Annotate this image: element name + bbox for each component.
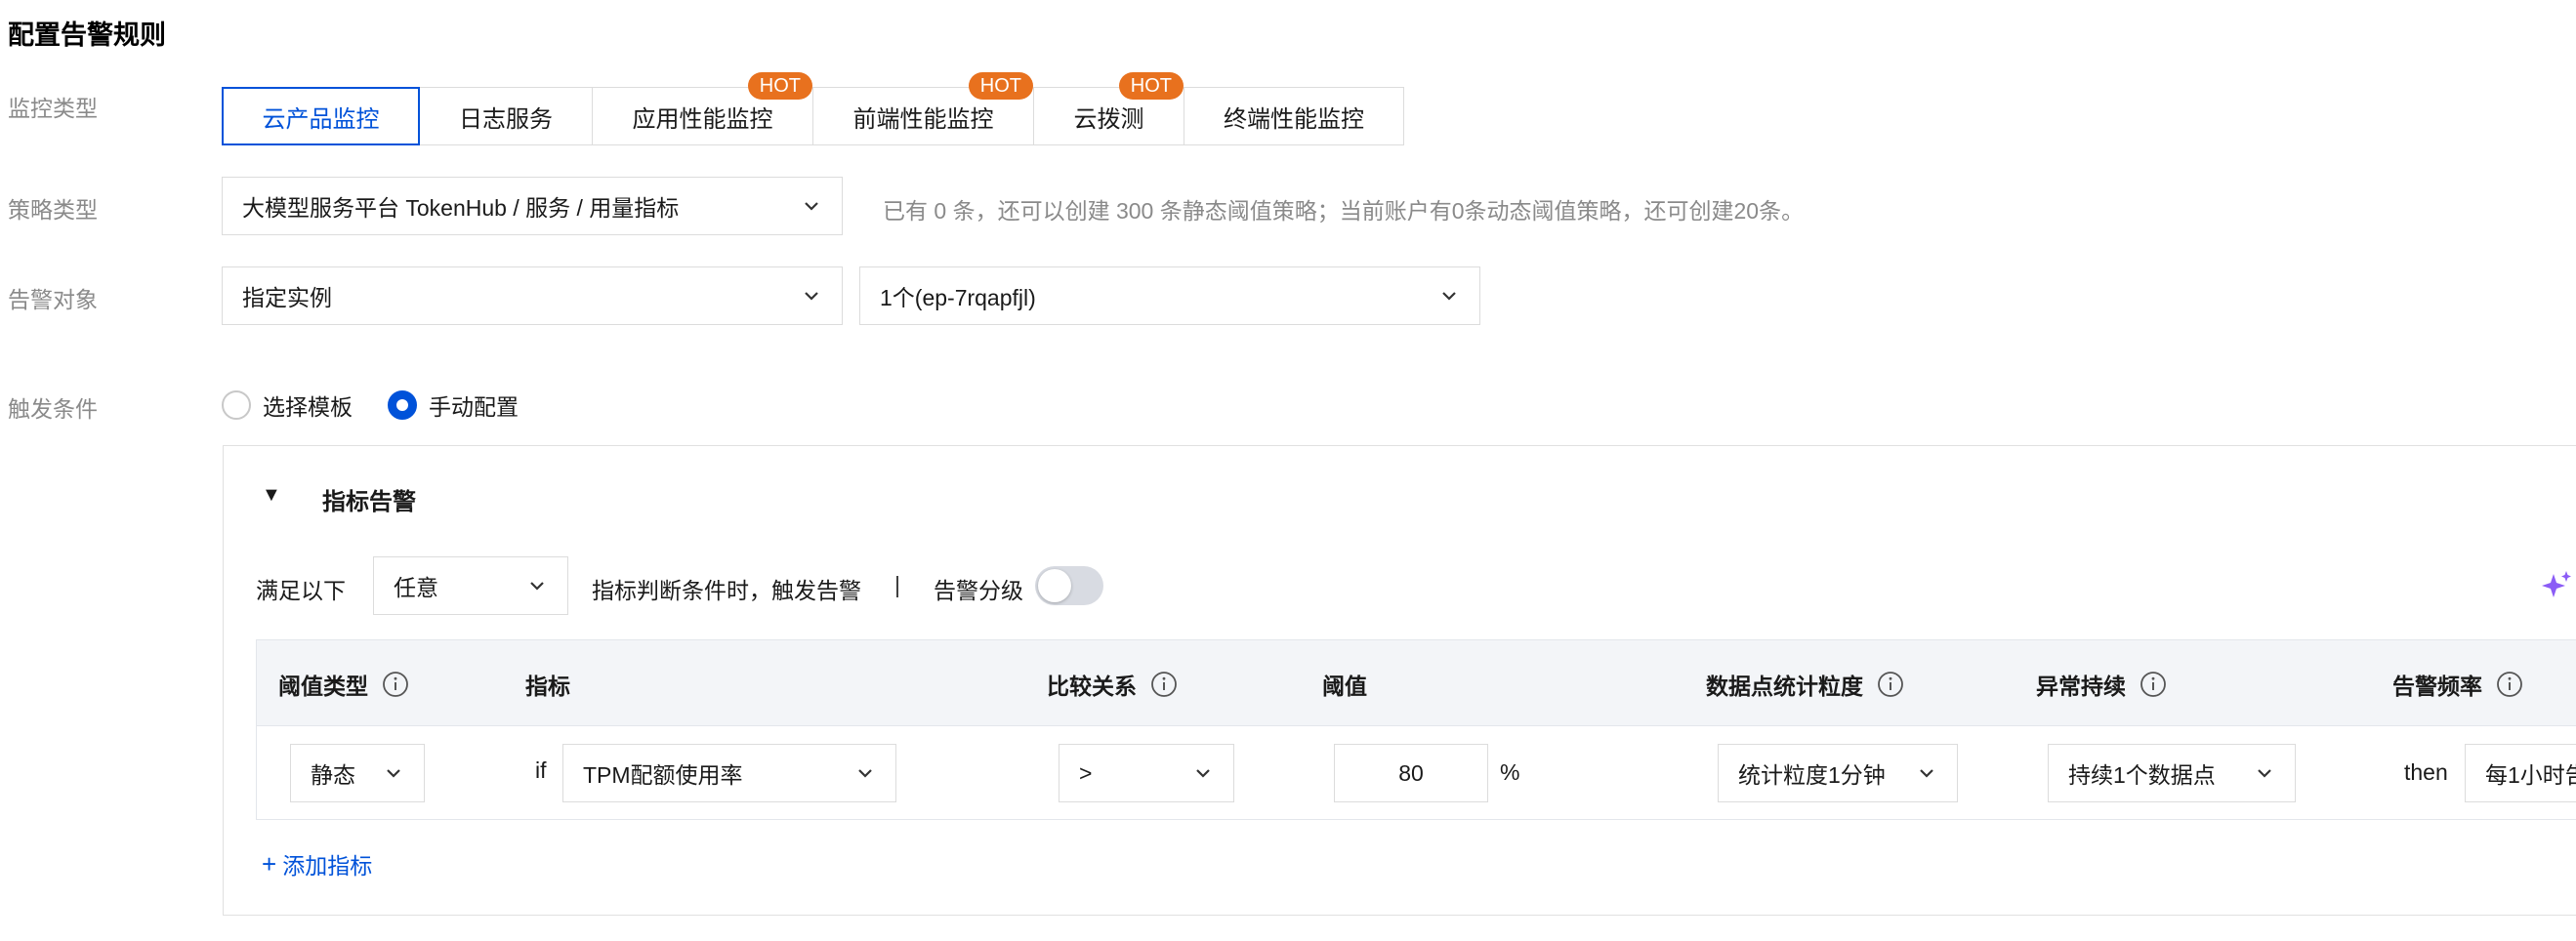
threshold-unit: % xyxy=(1500,759,1520,785)
hot-badge: HOT xyxy=(747,72,812,100)
frequency-select[interactable]: 每1小时告警一次 xyxy=(2465,744,2576,802)
operator-value: > xyxy=(1079,759,1093,786)
policy-quota-hint: 已有 0 条，还可以创建 300 条静态阈值策略；当前账户有0条动态阈值策略，还… xyxy=(883,198,1805,224)
info-icon[interactable] xyxy=(1877,671,1904,698)
tab-label: 云产品监控 xyxy=(262,105,380,133)
tab-label: 前端性能监控 xyxy=(852,105,994,133)
ai-sparkle-icon[interactable] xyxy=(2539,568,2574,603)
column-granularity: 数据点统计粒度 xyxy=(1706,668,1904,701)
radio-label: 选择模板 xyxy=(263,394,353,420)
column-threshold: 阈值 xyxy=(1322,668,1367,701)
match-mode-value: 任意 xyxy=(394,575,438,600)
toggle-knob xyxy=(1038,569,1071,602)
radio-manual-config[interactable]: 手动配置 xyxy=(388,389,519,422)
chevron-down-icon xyxy=(383,762,404,784)
tab-terminal-monitor[interactable]: 终端性能监控 xyxy=(1184,87,1404,145)
policy-type-select[interactable]: 大模型服务平台 TokenHub / 服务 / 用量指标 xyxy=(222,177,843,235)
info-icon[interactable] xyxy=(2496,671,2523,698)
match-mode-select[interactable]: 任意 xyxy=(373,556,568,615)
tab-cloud-probe[interactable]: 云拨测 HOT xyxy=(1033,72,1184,145)
radio-select-template[interactable]: 选择模板 xyxy=(222,389,353,422)
tab-apm[interactable]: 应用性能监控 HOT xyxy=(592,72,813,145)
then-label: then xyxy=(2404,759,2448,785)
instance-value: 1个(ep-7rqapfjl) xyxy=(880,285,1036,310)
column-comparison: 比较关系 xyxy=(1047,668,1178,701)
info-icon[interactable] xyxy=(1150,671,1178,698)
column-header-label: 比较关系 xyxy=(1047,674,1137,699)
column-header-label: 阈值类型 xyxy=(278,674,368,699)
hot-badge: HOT xyxy=(968,72,1033,100)
satisfy-suffix: 指标判断条件时，触发告警 xyxy=(592,578,861,603)
trigger-mode-radio-group: 选择模板 手动配置 xyxy=(222,389,554,422)
column-header-label: 阈值 xyxy=(1322,674,1367,699)
metric-alarm-title: 指标告警 xyxy=(322,489,416,515)
alarm-object-scope-value: 指定实例 xyxy=(242,285,332,310)
add-metric-label: 添加指标 xyxy=(282,853,373,879)
chevron-down-icon xyxy=(801,285,822,307)
radio-unchecked-icon xyxy=(222,390,251,420)
collapse-caret-icon[interactable]: ▼ xyxy=(262,484,281,507)
chevron-down-icon xyxy=(854,762,876,784)
label-policy-type: 策略类型 xyxy=(8,197,98,223)
column-frequency: 告警频率 xyxy=(2392,668,2523,701)
duration-value: 持续1个数据点 xyxy=(2068,762,2216,788)
alarm-grading-toggle[interactable] xyxy=(1035,566,1103,605)
granularity-select[interactable]: 统计粒度1分钟 xyxy=(1718,744,1958,802)
chevron-down-icon xyxy=(526,575,548,596)
operator-select[interactable]: > xyxy=(1059,744,1234,802)
column-header-label: 指标 xyxy=(525,674,570,699)
grading-label: 告警分级 xyxy=(934,578,1023,603)
info-icon[interactable] xyxy=(382,671,409,698)
hot-badge: HOT xyxy=(1118,72,1184,100)
tab-frontend-monitor[interactable]: 前端性能监控 HOT xyxy=(812,72,1034,145)
label-trigger-condition: 触发条件 xyxy=(8,396,98,422)
frequency-value: 每1小时告警一次 xyxy=(2485,762,2576,788)
threshold-type-value: 静态 xyxy=(311,762,355,788)
radio-label: 手动配置 xyxy=(429,394,519,420)
label-monitor-type: 监控类型 xyxy=(8,96,98,121)
table-header xyxy=(257,640,2576,726)
radio-checked-icon xyxy=(388,390,417,420)
policy-type-value: 大模型服务平台 TokenHub / 服务 / 用量指标 xyxy=(242,195,680,221)
column-header-label: 异常持续 xyxy=(2036,674,2126,699)
chevron-down-icon xyxy=(1916,762,1937,784)
metric-select[interactable]: TPM配额使用率 xyxy=(562,744,896,802)
label-alarm-object: 告警对象 xyxy=(8,287,98,312)
column-header-label: 告警频率 xyxy=(2392,674,2482,699)
monitor-type-tabs: 云产品监控 日志服务 应用性能监控 HOT 前端性能监控 HOT 云拨测 HOT… xyxy=(222,72,1404,145)
plus-icon: + xyxy=(262,848,277,879)
page-title: 配置告警规则 xyxy=(8,20,166,50)
chevron-down-icon xyxy=(1192,762,1214,784)
instance-select[interactable]: 1个(ep-7rqapfjl) xyxy=(859,266,1480,325)
alarm-object-scope-select[interactable]: 指定实例 xyxy=(222,266,843,325)
tab-log-service[interactable]: 日志服务 xyxy=(419,87,593,145)
tab-label: 日志服务 xyxy=(459,105,553,133)
tab-label: 云拨测 xyxy=(1073,105,1144,133)
chevron-down-icon xyxy=(2254,762,2275,784)
tab-label: 终端性能监控 xyxy=(1224,105,1364,133)
chevron-down-icon xyxy=(1438,285,1460,307)
threshold-input[interactable]: 80 xyxy=(1334,744,1488,802)
column-header-label: 数据点统计粒度 xyxy=(1706,674,1863,699)
separator: | xyxy=(894,572,900,597)
threshold-type-select[interactable]: 静态 xyxy=(290,744,425,802)
if-label: if xyxy=(535,757,547,783)
duration-select[interactable]: 持续1个数据点 xyxy=(2048,744,2296,802)
chevron-down-icon xyxy=(801,195,822,217)
tab-label: 应用性能监控 xyxy=(632,105,773,133)
column-metric: 指标 xyxy=(525,668,570,701)
granularity-value: 统计粒度1分钟 xyxy=(1738,762,1886,788)
column-threshold-type: 阈值类型 xyxy=(278,668,409,701)
satisfy-prefix: 满足以下 xyxy=(256,578,346,603)
tab-cloud-product-monitor[interactable]: 云产品监控 xyxy=(222,87,420,145)
metric-value: TPM配额使用率 xyxy=(583,762,743,788)
column-duration: 异常持续 xyxy=(2036,668,2167,701)
info-icon[interactable] xyxy=(2140,671,2167,698)
add-metric-link[interactable]: + 添加指标 xyxy=(262,847,372,880)
